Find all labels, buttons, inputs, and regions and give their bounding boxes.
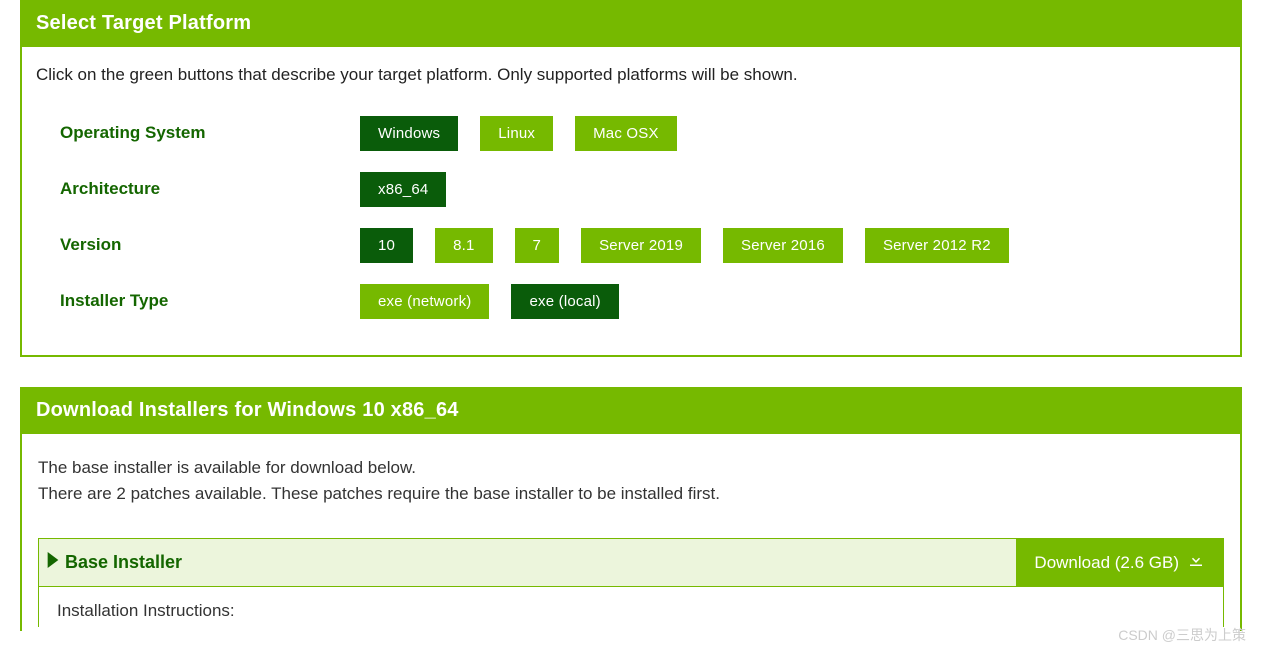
base-installer-title: Base Installer	[65, 552, 182, 573]
select-intro-text: Click on the green buttons that describe…	[36, 65, 1226, 85]
base-installer-row: Base Installer Download (2.6 GB)	[38, 538, 1224, 587]
version-option-server-2016[interactable]: Server 2016	[723, 228, 843, 263]
download-icon	[1187, 551, 1205, 574]
version-row: Version 10 8.1 7 Server 2019 Server 2016…	[60, 221, 1226, 269]
installer-type-row: Installer Type exe (network) exe (local)	[60, 277, 1226, 325]
installer-option-exe-network[interactable]: exe (network)	[360, 284, 489, 319]
download-installers-panel: Download Installers for Windows 10 x86_6…	[20, 387, 1242, 631]
arch-option-x86_64[interactable]: x86_64	[360, 172, 446, 207]
download-button-label: Download (2.6 GB)	[1034, 553, 1179, 573]
version-option-10[interactable]: 10	[360, 228, 413, 263]
os-option-windows[interactable]: Windows	[360, 116, 458, 151]
installation-instructions-label: Installation Instructions:	[38, 587, 1224, 627]
installer-type-label: Installer Type	[60, 291, 360, 311]
arch-row: Architecture x86_64	[60, 165, 1226, 213]
select-target-platform-panel: Select Target Platform Click on the gree…	[20, 0, 1242, 357]
os-row: Operating System Windows Linux Mac OSX	[60, 109, 1226, 157]
installer-option-exe-local[interactable]: exe (local)	[511, 284, 618, 319]
version-label: Version	[60, 235, 360, 255]
base-installer-header[interactable]: Base Installer	[39, 539, 1016, 586]
version-option-8-1[interactable]: 8.1	[435, 228, 492, 263]
os-option-linux[interactable]: Linux	[480, 116, 553, 151]
version-option-7[interactable]: 7	[515, 228, 560, 263]
download-line-1: The base installer is available for down…	[38, 458, 1224, 478]
download-installers-title: Download Installers for Windows 10 x86_6…	[22, 389, 1240, 434]
download-line-2: There are 2 patches available. These pat…	[38, 484, 1224, 504]
version-option-server-2019[interactable]: Server 2019	[581, 228, 701, 263]
version-option-server-2012-r2[interactable]: Server 2012 R2	[865, 228, 1009, 263]
select-target-platform-title: Select Target Platform	[22, 2, 1240, 47]
os-option-macosx[interactable]: Mac OSX	[575, 116, 677, 151]
arch-label: Architecture	[60, 179, 360, 199]
os-label: Operating System	[60, 123, 360, 143]
download-base-installer-button[interactable]: Download (2.6 GB)	[1016, 539, 1223, 586]
chevron-right-icon	[47, 552, 59, 573]
